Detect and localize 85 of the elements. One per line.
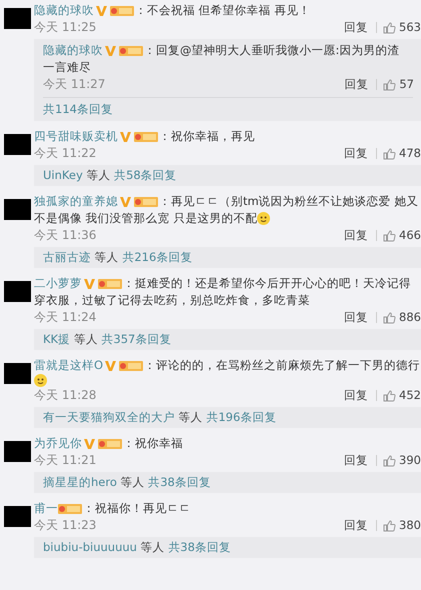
comment-text: ：挺难受的！还是希望你今后开开心心的吧！天冷记得 [123,275,411,292]
reply-count-link[interactable]: 共114条回复 [43,102,113,116]
user-link[interactable]: 古丽古迹 [43,250,91,264]
reply-link[interactable]: 回复 [344,452,368,470]
timestamp: 今天 11:25 [34,19,96,36]
like-button[interactable]: 886 [383,309,421,326]
others-label: 等人 [140,540,165,554]
thumbs-up-icon [383,454,396,467]
reply-count-link[interactable]: 共196条回复 [206,410,276,424]
timestamp: 今天 11:36 [34,227,96,244]
avatar [4,281,31,302]
like-button[interactable]: 466 [383,227,421,244]
reply-link[interactable]: 回复 [344,309,368,326]
thumbs-up-icon [383,390,396,402]
badge-icon [119,360,144,372]
badge-icon [110,4,134,16]
badge-icon [58,502,82,515]
reply-link[interactable]: 回复 [344,517,368,534]
reply-count-link[interactable]: 共38条回复 [148,475,211,490]
reply-link[interactable]: 回复 [344,387,368,404]
others-label: 等人 [94,250,119,264]
user-name[interactable]: 为乔见你 [34,435,82,452]
comment-text: ：不会祝福 但希望你幸福 再见！ [135,2,310,19]
badge-icon [134,130,158,143]
avatar [4,8,31,29]
reply-link[interactable]: 回复 [344,19,368,36]
user-name[interactable]: 隐藏的球吹 [34,2,94,19]
comment-text: 一言难尽 [43,59,91,76]
others-label: 等人 [178,410,203,424]
thumbs-up-icon [383,312,396,324]
timestamp: 今天 11:24 [34,309,96,326]
reply-count-link[interactable]: 共357条回复 [101,332,172,346]
comment-text: ：再见ㄷㄷ（别tm说因为粉丝不让她谈恋爱 她又 [159,193,418,210]
comment-text: ：评论的的，在骂粉丝之前麻烦先了解一下男的德行 [144,357,420,374]
thumbs-up-icon [383,78,396,90]
thumbs-up-icon [383,230,396,242]
thumbs-up-icon [383,520,396,532]
user-name[interactable]: 四号甜味贩卖机 [34,128,118,146]
timestamp: 今天 11:23 [34,517,96,534]
others-label: 等人 [86,168,110,182]
reply-count-link[interactable]: 共216条回复 [122,250,192,264]
reply-link[interactable]: 回复 [344,145,368,162]
reply-count-link[interactable]: 共38条回复 [168,540,231,554]
user-link[interactable]: 摘星星的hero [43,475,117,490]
user-name[interactable]: 独孤家的童养媳 [34,193,118,210]
reply-link[interactable]: 回复 [344,76,368,93]
reply-count-link[interactable]: 共58条回复 [114,168,177,182]
comment-text: ：祝福你！再见ㄷㄷ [83,500,191,518]
thumbs-up-icon [383,148,396,160]
comment-text: 不是偶像 我们没管那么宽 只是这男的不配 [34,210,258,228]
reply-link[interactable]: 回复 [344,227,368,244]
badge-icon [98,438,122,450]
comment-text: ：回复@望神明大人垂听我微小一愿:因为男的渣 [144,42,400,59]
others-label: 等人 [74,332,98,346]
avatar [4,506,31,528]
user-name[interactable]: 隐藏的球吹 [43,42,103,59]
user-link[interactable]: UinKey [43,168,83,182]
user-name[interactable]: 甫一 [34,500,58,518]
timestamp: 今天 11:21 [34,452,96,470]
like-button[interactable]: 390 [383,452,421,470]
comment-text: 穿衣服，过敏了记得去吃药，别总吃炸食，多吃青菜 [34,292,310,310]
user-link[interactable]: 有一天要猫狗双全的大户 [43,410,175,424]
badge-icon [134,196,158,208]
user-name[interactable]: 二小萝萝 [34,275,82,292]
avatar [4,441,31,462]
avatar [4,363,31,384]
timestamp: 今天 11:22 [34,145,96,162]
user-link[interactable]: biubiu-biuuuuuu [43,540,137,554]
thumbs-up-icon [383,22,396,34]
others-label: 等人 [120,475,145,490]
comment-text: ：祝你幸福，再见 [159,128,255,146]
like-button[interactable]: 380 [383,517,421,534]
like-button[interactable]: 57 [383,76,414,93]
timestamp: 今天 11:28 [34,387,96,404]
like-button[interactable]: 478 [383,145,421,162]
timestamp: 今天 11:27 [43,76,106,93]
like-button[interactable]: 563 [383,19,421,36]
badge-icon [98,278,122,290]
like-button[interactable]: 452 [383,387,421,404]
avatar [4,134,31,156]
comment-text: ：祝你幸福 [123,435,183,452]
badge-icon [119,44,143,56]
avatar [4,199,31,220]
user-link[interactable]: KK援 [43,332,70,346]
user-name[interactable]: 雷就是这样O [34,357,104,374]
